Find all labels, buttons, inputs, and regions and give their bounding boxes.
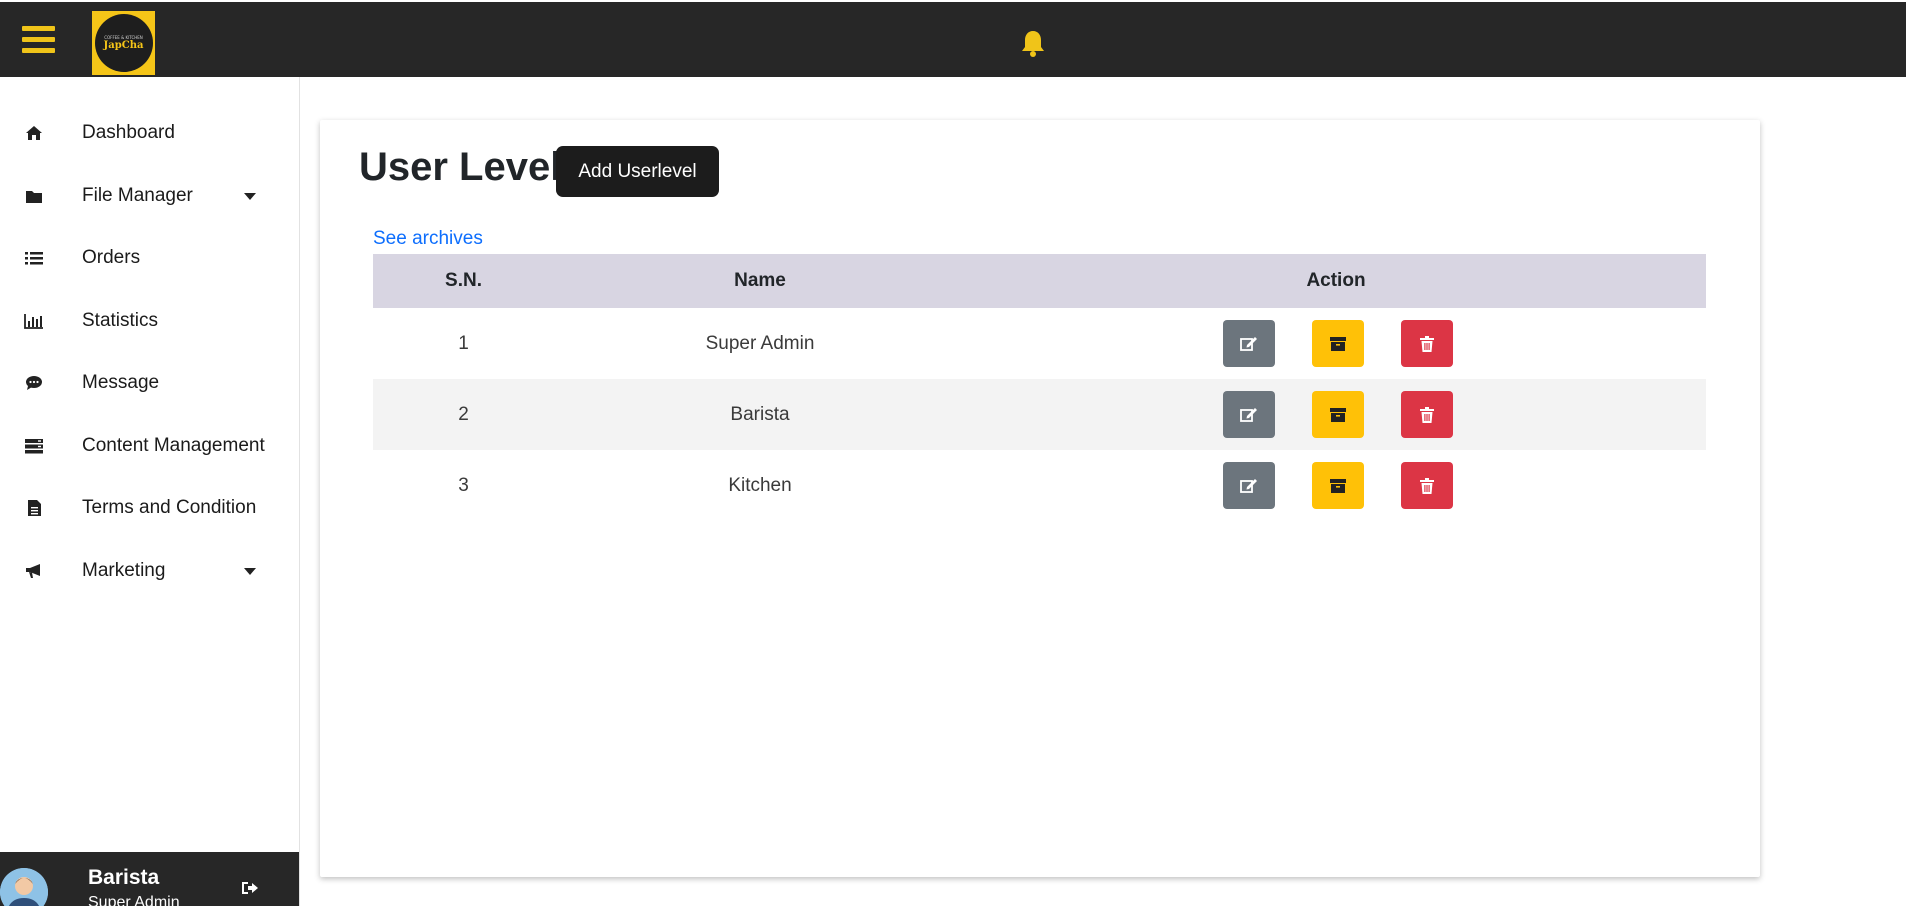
see-archives-link[interactable]: See archives [373,228,483,250]
edit-button[interactable] [1223,462,1275,509]
user-name: Barista [88,866,160,889]
cell-sn: 1 [458,332,469,354]
brand-logo[interactable]: COFFEE & KITCHEN JapCha [92,11,155,75]
sidebar-item-content-management[interactable]: Content Management [0,421,299,471]
sidebar-item-label: Message [82,372,160,393]
table-row: 1 Super Admin [373,308,1706,379]
archive-button[interactable] [1312,391,1364,438]
edit-button[interactable] [1223,391,1275,438]
column-header-action: Action [1306,270,1366,291]
archive-button[interactable] [1312,320,1364,367]
table-header-row: S.N. Name Action [373,254,1706,308]
top-navbar: COFFEE & KITCHEN JapCha [0,0,1906,77]
cell-actions [966,450,1706,521]
server-icon [24,437,44,455]
logo-name: JapCha [103,39,144,51]
avatar[interactable] [0,868,48,906]
sidebar-item-statistics[interactable]: Statistics [0,296,299,346]
trash-icon [1420,477,1434,494]
sidebar-item-label: Content Management [82,435,265,456]
sidebar-item-label: Terms and Condition [82,497,257,518]
cell-sn: 3 [458,474,469,496]
sidebar: Dashboard File Manager Orders Statistics… [0,77,300,906]
edit-icon [1240,336,1257,351]
user-role: Super Admin [88,894,180,906]
archive-icon [1330,407,1346,422]
sidebar-item-label: Marketing [82,560,166,581]
delete-button[interactable] [1401,391,1453,438]
page-title: User Level [359,145,562,189]
folder-icon [24,187,44,205]
sidebar-item-orders[interactable]: Orders [0,233,299,283]
cell-name: Kitchen [728,474,792,496]
archive-icon [1330,336,1346,351]
bullhorn-icon [24,562,44,580]
cell-name: Super Admin [705,332,815,354]
file-text-icon [24,499,44,517]
user-level-table: S.N. Name Action 1 Super Admin 2 Barista… [373,254,1706,521]
trash-icon [1420,406,1434,423]
edit-button[interactable] [1223,320,1275,367]
sidebar-item-label: Dashboard [82,122,175,143]
table-row: 2 Barista [373,379,1706,450]
sidebar-item-label: Orders [82,247,141,268]
table-row: 3 Kitchen [373,450,1706,521]
user-level-card: User Level Add Userlevel See archives S.… [320,120,1760,877]
archive-button[interactable] [1312,462,1364,509]
cell-sn: 2 [458,403,469,425]
cell-name: Barista [730,403,790,425]
chevron-down-icon [244,192,256,200]
chevron-down-icon [244,567,256,575]
logout-icon[interactable] [241,880,259,896]
edit-icon [1240,478,1257,493]
archive-icon [1330,478,1346,493]
list-icon [24,249,44,267]
sidebar-item-file-manager[interactable]: File Manager [0,171,299,221]
sidebar-item-dashboard[interactable]: Dashboard [0,108,299,158]
sidebar-item-terms[interactable]: Terms and Condition [0,483,299,533]
edit-icon [1240,407,1257,422]
sidebar-item-label: File Manager [82,185,193,206]
home-icon [24,124,44,142]
cell-actions [966,308,1706,379]
notification-bell-icon[interactable] [1020,29,1046,57]
add-userlevel-button[interactable]: Add Userlevel [556,146,719,197]
delete-button[interactable] [1401,320,1453,367]
bar-chart-icon [24,312,44,330]
sidebar-item-label: Statistics [82,310,159,331]
column-header-name: Name [734,270,786,291]
hamburger-menu-icon[interactable] [22,26,55,54]
comment-icon [24,374,44,392]
sidebar-item-message[interactable]: Message [0,358,299,408]
sidebar-item-marketing[interactable]: Marketing [0,546,299,596]
cell-actions [966,379,1706,450]
delete-button[interactable] [1401,462,1453,509]
column-header-sn: S.N. [445,270,482,291]
trash-icon [1420,335,1434,352]
user-profile-bar: Barista Super Admin [0,852,299,906]
